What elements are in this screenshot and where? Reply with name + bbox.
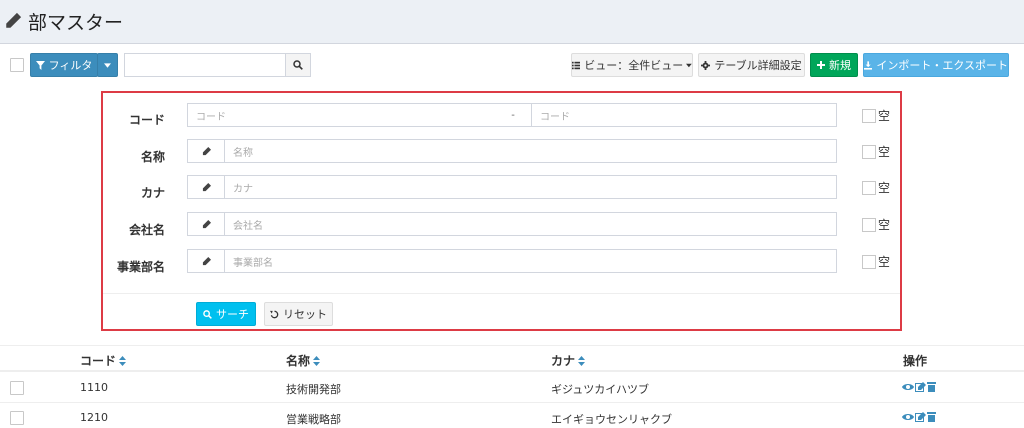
search-icon <box>203 309 212 319</box>
select-all-checkbox[interactable] <box>10 58 24 72</box>
column-header-code-label: コード <box>80 354 117 368</box>
filter-dropdown-button[interactable] <box>97 53 118 77</box>
reset-button[interactable]: リセット <box>264 302 333 326</box>
division-match-button[interactable] <box>187 249 225 273</box>
import-export-label: インポート・エクスポート <box>876 59 1008 72</box>
column-header-name-label: 名称 <box>286 354 311 368</box>
page-title: 部マスター <box>28 11 124 34</box>
new-button-label: 新規 <box>829 59 851 72</box>
cell-name: 技術開発部 <box>286 383 341 396</box>
reset-button-label: リセット <box>283 308 327 321</box>
code-to-input[interactable]: コード <box>531 103 837 127</box>
pencil-icon <box>202 256 211 265</box>
column-header-name[interactable]: 名称 <box>286 352 321 369</box>
sort-icon <box>119 355 127 366</box>
view-dropdown-label: ビュー：全件ビュー <box>584 59 684 72</box>
search-button[interactable] <box>285 53 311 77</box>
page-header: 部マスター <box>0 0 1024 42</box>
filter-label-kana: カナ <box>140 186 165 200</box>
sort-icon <box>578 355 586 366</box>
code-from-input[interactable]: コード <box>187 103 495 127</box>
company-empty-checkbox[interactable] <box>862 218 876 232</box>
download-icon <box>864 60 873 70</box>
filter-divider <box>103 293 900 294</box>
new-button[interactable]: 新規 <box>810 53 858 77</box>
pencil-icon <box>202 219 211 228</box>
trash-icon[interactable] <box>927 412 936 422</box>
cell-code: 1210 <box>80 411 108 424</box>
search-icon <box>293 60 303 70</box>
name-input[interactable]: 名称 <box>224 139 837 163</box>
row-checkbox[interactable] <box>10 381 24 395</box>
company-input[interactable]: 会社名 <box>224 212 837 236</box>
edit-icon[interactable] <box>915 412 926 422</box>
toolbar: フィルタ ビュー：全件ビュー テーブル詳細設定 新規 インポート・エクスポート <box>0 44 1024 86</box>
undo-icon <box>270 310 279 318</box>
column-header-actions: 操作 <box>903 354 928 368</box>
filter-label-division: 事業部名 <box>116 260 165 274</box>
cell-code: 1110 <box>80 381 108 394</box>
eye-icon[interactable] <box>902 382 914 392</box>
name-empty-label: 空 <box>878 145 891 159</box>
import-export-button[interactable]: インポート・エクスポート <box>863 53 1009 77</box>
row-checkbox[interactable] <box>10 411 24 425</box>
pencil-icon <box>202 146 211 155</box>
plus-icon <box>817 61 825 69</box>
gear-icon <box>701 60 711 70</box>
filter-icon <box>35 60 45 70</box>
name-empty-checkbox[interactable] <box>862 145 876 159</box>
filter-button-label: フィルタ <box>48 59 93 72</box>
filter-label-code: コード <box>128 113 165 127</box>
division-empty-checkbox[interactable] <box>862 255 876 269</box>
filter-panel: コード コード - コード 空 名称 名称 空 カナ カナ 空 会社名 会社名 … <box>101 91 902 331</box>
cell-name: 営業戦略部 <box>286 413 341 426</box>
company-empty-label: 空 <box>878 218 891 232</box>
code-empty-label: 空 <box>878 109 891 123</box>
edit-icon[interactable] <box>915 382 926 392</box>
eye-icon[interactable] <box>902 412 914 422</box>
cell-kana: ギジュツカイハツブ <box>551 383 650 396</box>
kana-empty-label: 空 <box>878 181 891 195</box>
table-settings-button[interactable]: テーブル詳細設定 <box>698 53 805 77</box>
search-submit-button[interactable]: サーチ <box>196 302 256 326</box>
row-actions <box>902 412 936 422</box>
row-actions <box>902 382 936 392</box>
caret-down-icon <box>686 63 692 67</box>
list-icon <box>572 61 581 69</box>
main-panel: フィルタ ビュー：全件ビュー テーブル詳細設定 新規 インポート・エクスポート <box>0 43 1024 428</box>
table-header: コード 名称 カナ 操作 <box>0 345 1024 372</box>
pencil-icon <box>202 182 211 191</box>
search-submit-label: サーチ <box>216 308 249 321</box>
division-empty-label: 空 <box>878 255 891 269</box>
search-input[interactable] <box>124 53 286 77</box>
filter-label-company: 会社名 <box>128 223 165 237</box>
company-match-button[interactable] <box>187 212 225 236</box>
pencil-icon <box>6 12 22 28</box>
filter-label-name: 名称 <box>140 150 165 164</box>
table-settings-label: テーブル詳細設定 <box>714 59 802 72</box>
code-empty-checkbox[interactable] <box>862 109 876 123</box>
column-header-kana[interactable]: カナ <box>551 352 586 369</box>
kana-empty-checkbox[interactable] <box>862 181 876 195</box>
filter-button[interactable]: フィルタ <box>30 53 98 77</box>
trash-icon[interactable] <box>927 382 936 392</box>
column-header-kana-label: カナ <box>551 354 576 368</box>
kana-input[interactable]: カナ <box>224 175 837 199</box>
view-dropdown-button[interactable]: ビュー：全件ビュー <box>571 53 693 77</box>
caret-down-icon <box>104 62 111 68</box>
table-row: 1110 技術開発部 ギジュツカイハツブ <box>0 373 1024 403</box>
kana-match-button[interactable] <box>187 175 225 199</box>
table-row: 1210 営業戦略部 エイギョウセンリャクブ <box>0 403 1024 428</box>
division-input[interactable]: 事業部名 <box>224 249 837 273</box>
code-range-separator: - <box>494 103 532 127</box>
sort-icon <box>313 355 321 366</box>
cell-kana: エイギョウセンリャクブ <box>551 413 672 426</box>
column-header-code[interactable]: コード <box>80 352 127 369</box>
name-match-button[interactable] <box>187 139 225 163</box>
